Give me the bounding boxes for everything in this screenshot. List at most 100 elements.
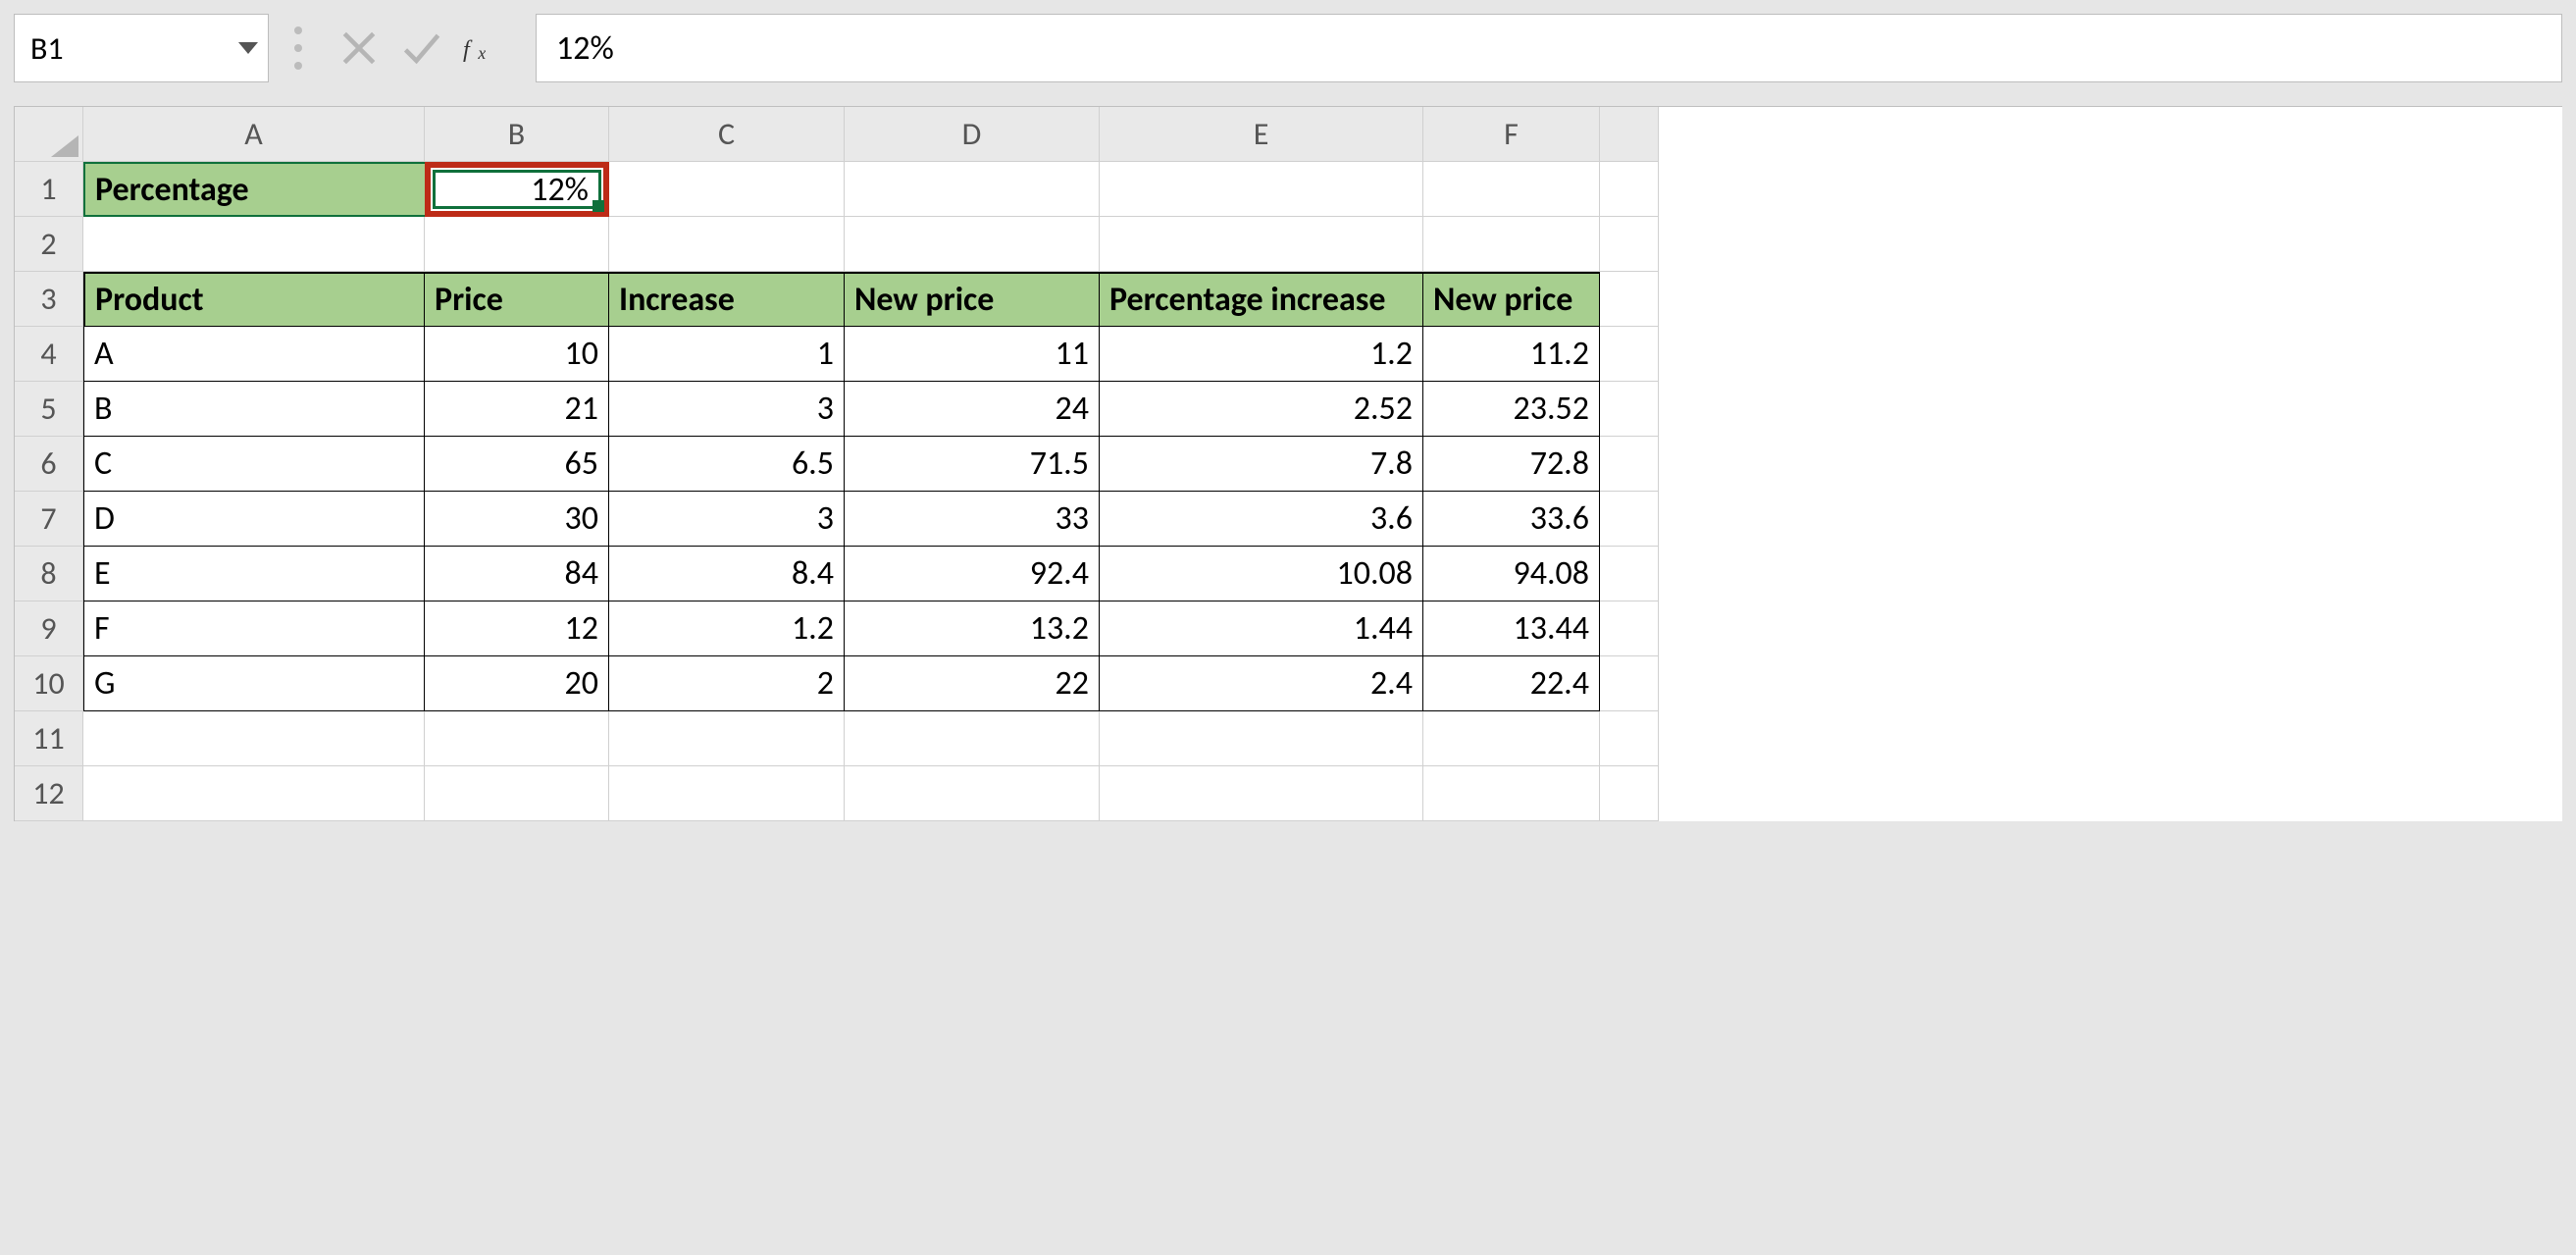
col-header-overflow[interactable] <box>1600 107 1659 162</box>
cell-D4[interactable]: 11 <box>845 327 1100 382</box>
row-header-9[interactable]: 9 <box>15 601 83 656</box>
row-header-11[interactable]: 11 <box>15 711 83 766</box>
col-header-E[interactable]: E <box>1100 107 1423 162</box>
cell-overflow-2[interactable] <box>1600 217 1659 272</box>
col-header-B[interactable]: B <box>425 107 609 162</box>
cell-D2[interactable] <box>845 217 1100 272</box>
row-header-1[interactable]: 1 <box>15 162 83 217</box>
cancel-button[interactable] <box>328 17 390 79</box>
col-header-A[interactable]: A <box>83 107 425 162</box>
cell-C5[interactable]: 3 <box>609 382 845 437</box>
cell-A8[interactable]: E <box>83 547 425 601</box>
cell-C12[interactable] <box>609 766 845 821</box>
cell-F6[interactable]: 72.8 <box>1423 437 1600 492</box>
cell-C1[interactable] <box>609 162 845 217</box>
cell-B6[interactable]: 65 <box>425 437 609 492</box>
cell-B12[interactable] <box>425 766 609 821</box>
cell-D10[interactable]: 22 <box>845 656 1100 711</box>
col-header-C[interactable]: C <box>609 107 845 162</box>
cell-C3[interactable]: Increase <box>609 272 845 327</box>
cell-A2[interactable] <box>83 217 425 272</box>
cell-D1[interactable] <box>845 162 1100 217</box>
cell-A12[interactable] <box>83 766 425 821</box>
cell-F8[interactable]: 94.08 <box>1423 547 1600 601</box>
cell-D8[interactable]: 92.4 <box>845 547 1100 601</box>
cell-E8[interactable]: 10.08 <box>1100 547 1423 601</box>
cell-overflow-12[interactable] <box>1600 766 1659 821</box>
cell-overflow-8[interactable] <box>1600 547 1659 601</box>
cell-C9[interactable]: 1.2 <box>609 601 845 656</box>
cell-E2[interactable] <box>1100 217 1423 272</box>
cell-A9[interactable]: F <box>83 601 425 656</box>
col-header-F[interactable]: F <box>1423 107 1600 162</box>
cell-B4[interactable]: 10 <box>425 327 609 382</box>
cell-B7[interactable]: 30 <box>425 492 609 547</box>
cell-F1[interactable] <box>1423 162 1600 217</box>
cell-B9[interactable]: 12 <box>425 601 609 656</box>
row-header-5[interactable]: 5 <box>15 382 83 437</box>
cell-C8[interactable]: 8.4 <box>609 547 845 601</box>
cell-overflow-1[interactable] <box>1600 162 1659 217</box>
cell-F4[interactable]: 11.2 <box>1423 327 1600 382</box>
cell-E10[interactable]: 2.4 <box>1100 656 1423 711</box>
cell-F7[interactable]: 33.6 <box>1423 492 1600 547</box>
row-header-6[interactable]: 6 <box>15 437 83 492</box>
cell-overflow-6[interactable] <box>1600 437 1659 492</box>
cell-B3[interactable]: Price <box>425 272 609 327</box>
row-header-7[interactable]: 7 <box>15 492 83 547</box>
cell-F2[interactable] <box>1423 217 1600 272</box>
formula-input[interactable]: 12% <box>536 14 2562 82</box>
cell-E5[interactable]: 2.52 <box>1100 382 1423 437</box>
cell-overflow-10[interactable] <box>1600 656 1659 711</box>
col-header-D[interactable]: D <box>845 107 1100 162</box>
spreadsheet-grid[interactable]: A B C D E F 1 Percentage 12% 2 3 Product… <box>14 106 2562 821</box>
name-box[interactable]: B1 <box>14 14 269 82</box>
cell-C11[interactable] <box>609 711 845 766</box>
cell-A11[interactable] <box>83 711 425 766</box>
row-header-8[interactable]: 8 <box>15 547 83 601</box>
cell-A4[interactable]: A <box>83 327 425 382</box>
cell-C6[interactable]: 6.5 <box>609 437 845 492</box>
row-header-3[interactable]: 3 <box>15 272 83 327</box>
cell-D6[interactable]: 71.5 <box>845 437 1100 492</box>
cell-overflow-3[interactable] <box>1600 272 1659 327</box>
cell-B2[interactable] <box>425 217 609 272</box>
cell-B8[interactable]: 84 <box>425 547 609 601</box>
cell-overflow-5[interactable] <box>1600 382 1659 437</box>
cell-A7[interactable]: D <box>83 492 425 547</box>
cell-F10[interactable]: 22.4 <box>1423 656 1600 711</box>
cell-overflow-9[interactable] <box>1600 601 1659 656</box>
insert-function-button[interactable]: f x <box>453 17 516 79</box>
cell-E1[interactable] <box>1100 162 1423 217</box>
cell-A1[interactable]: Percentage <box>83 162 425 217</box>
cell-C7[interactable]: 3 <box>609 492 845 547</box>
cell-B1[interactable]: 12% <box>425 162 609 217</box>
cell-B11[interactable] <box>425 711 609 766</box>
cell-F12[interactable] <box>1423 766 1600 821</box>
cell-A3[interactable]: Product <box>83 272 425 327</box>
cell-E7[interactable]: 3.6 <box>1100 492 1423 547</box>
cell-D12[interactable] <box>845 766 1100 821</box>
cell-F5[interactable]: 23.52 <box>1423 382 1600 437</box>
cell-E11[interactable] <box>1100 711 1423 766</box>
cell-C4[interactable]: 1 <box>609 327 845 382</box>
cell-E4[interactable]: 1.2 <box>1100 327 1423 382</box>
cell-A5[interactable]: B <box>83 382 425 437</box>
cell-D9[interactable]: 13.2 <box>845 601 1100 656</box>
cell-E6[interactable]: 7.8 <box>1100 437 1423 492</box>
cell-E9[interactable]: 1.44 <box>1100 601 1423 656</box>
cell-overflow-7[interactable] <box>1600 492 1659 547</box>
select-all-corner[interactable] <box>15 107 83 162</box>
cell-F3[interactable]: New price <box>1423 272 1600 327</box>
cell-A6[interactable]: C <box>83 437 425 492</box>
row-header-2[interactable]: 2 <box>15 217 83 272</box>
cell-D11[interactable] <box>845 711 1100 766</box>
row-header-4[interactable]: 4 <box>15 327 83 382</box>
cell-E12[interactable] <box>1100 766 1423 821</box>
enter-button[interactable] <box>390 17 453 79</box>
cell-F11[interactable] <box>1423 711 1600 766</box>
cell-overflow-11[interactable] <box>1600 711 1659 766</box>
cell-A10[interactable]: G <box>83 656 425 711</box>
cell-D5[interactable]: 24 <box>845 382 1100 437</box>
cell-F9[interactable]: 13.44 <box>1423 601 1600 656</box>
